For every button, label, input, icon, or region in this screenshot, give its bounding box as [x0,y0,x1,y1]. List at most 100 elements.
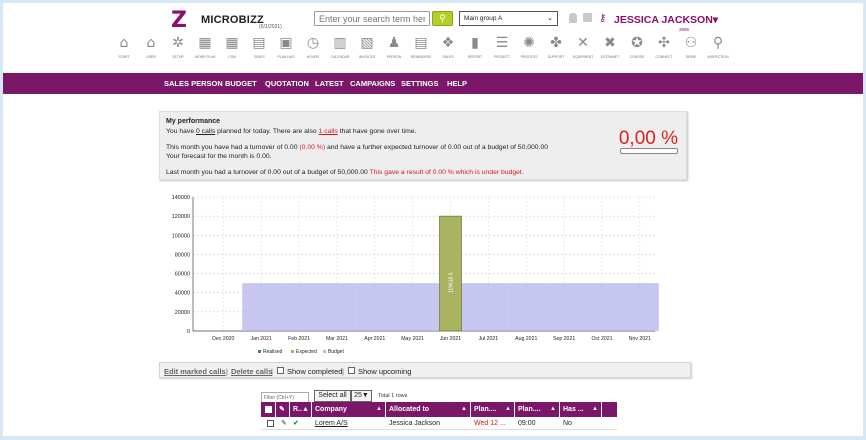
turnover-chart: 0 20000 40000 60000 80000 100000 120000 140000 1… [172,195,659,355]
grid-icon: ▦ [225,35,239,51]
header-plan-date[interactable]: Plan.... ▲ [471,402,515,417]
x-tick-label: Oct 2021 [591,336,612,342]
budget-bar [393,283,432,331]
toolbar-label: DRIVE [685,55,697,59]
toolbar-invoices-button[interactable]: ▧ INVOICES [355,35,379,65]
x-tick-label: Jul 2021 [479,336,499,342]
toolbar-start-button[interactable]: ⌂ START [112,35,136,65]
award-icon: ✪ [631,35,643,51]
header-allocated[interactable]: Allocated to ▲ [386,402,471,417]
performance-progress-bar [620,148,678,154]
toolbar-label: SUPPORT [547,55,565,59]
company-link[interactable]: Lorem A/S [312,417,386,430]
toolbar-label: SETUP [172,55,184,59]
header-company[interactable]: Company ▲ [312,402,386,417]
clock-icon: ◷ [306,35,320,51]
y-tick-label: 60000 [175,272,190,278]
header-label: Plan.... [518,406,541,413]
toolbar-equipment-button[interactable]: ✕ EQUIPMENT [571,35,595,65]
overdue-calls-link[interactable]: 1 calls [319,128,338,135]
header-label: Company [315,406,347,413]
table-header: ✎ R..▲ Company ▲ Allocated to ▲ Plan.... ▲ … [261,402,617,417]
toolbar-label: WORK PLAN [194,55,216,59]
search-input[interactable] [314,11,430,26]
toolbar-course-button[interactable]: ✪ COURSE [625,35,649,65]
header-has[interactable]: Has ... ▲ [560,402,602,417]
header-plan-time[interactable]: Plan.... ▲ [515,402,560,417]
menu-campaigns[interactable]: CAMPAIGNS [350,79,395,88]
checkbox[interactable] [265,405,272,413]
toolbar-sales-button[interactable]: ❖ SALES [436,35,460,65]
toolbar-plan-hud-button[interactable]: ▣ PLAN HUD [274,35,298,65]
menu-quotation[interactable]: QUOTATION [265,79,309,88]
date-tag: (0/1/2021) [259,24,282,30]
header-r[interactable]: R..▲ [290,402,312,417]
group-select[interactable]: Main group A ⌄ [459,11,558,26]
bell-icon[interactable] [569,13,577,23]
delete-calls-link[interactable]: Delete calls [231,367,272,376]
menu-sales-person[interactable]: SALES PERSON [164,79,223,88]
user-menu[interactable]: JESSICA JACKSON▾ [614,14,718,26]
toolbar-report-button[interactable]: ▮ REPORT [463,35,487,65]
last-month-result: Last month you had a turnover of 0.00 ou… [166,169,524,176]
app-window: Z MICROBIZZ (0/1/2021) ⚲ Main group A ⌄ … [3,3,863,436]
menu-help[interactable]: HELP [447,79,467,88]
flag-icon[interactable] [583,13,592,22]
performance-panel: My performance You have 0 calls planned … [159,111,687,180]
menu-budget[interactable]: BUDGET [225,79,257,88]
show-upcoming-label: Show upcoming [358,367,412,376]
edit-icon[interactable]: ✎ [278,417,290,430]
y-tick-label: 120000 [172,214,190,220]
toolbar-support-button[interactable]: ✤ SUPPORT [544,35,568,65]
sort-up-icon: ▲ [505,406,511,412]
x-tick-label: Mar 2021 [326,336,348,342]
toolbar-process-button[interactable]: ✺ PROCESS [517,35,541,65]
table-row[interactable]: ✎ ✔ Lorem A/S Jessica Jackson Wed 12 ...… [261,417,617,430]
search-button[interactable]: ⚲ [432,11,453,26]
show-upcoming-checkbox[interactable] [348,367,355,374]
building-icon: ⌂ [146,35,156,51]
header-extra [602,402,617,417]
document-icon: ▤ [414,35,428,51]
toolbar-connect-button[interactable]: ✣ CONNECT [652,35,676,65]
calendar-icon: ▦ [198,35,212,51]
toolbar-tasks-button[interactable]: ▤ TASKS [247,35,271,65]
show-completed-checkbox[interactable] [277,367,284,374]
toolbar-hours-button[interactable]: ◷ HOURS [301,35,325,65]
toolbar-work-plan-button[interactable]: ▦ WORK PLAN [193,35,217,65]
row-checkbox-cell[interactable] [264,417,276,430]
bar-value-label: 119618.5 [449,272,455,293]
page-size-select[interactable]: 25▼ [351,390,372,402]
x-tick-label: Apr 2021 [364,336,385,342]
toolbar-project-button[interactable]: ☰ PROJECT [490,35,514,65]
tools-icon: ✤ [550,35,562,51]
performance-heading: My performance [166,118,221,125]
budget-bar [280,283,318,331]
key-icon[interactable]: ⚷ [599,13,607,24]
text: You have [166,128,196,135]
legend-label: Expected [296,349,317,355]
toolbar-extranet-button[interactable]: ✖ EXTRANET [598,35,622,65]
menu-latest[interactable]: LATEST [315,79,344,88]
calls-table: ✎ R..▲ Company ▲ Allocated to ▲ Plan.... ▲ … [261,402,617,430]
edit-marked-calls-link[interactable]: Edit marked calls [164,367,226,376]
calls-action-bar: Edit marked calls | Delete calls | Show … [159,362,691,378]
toolbar-reminders-button[interactable]: ▤ REMINDERS [409,35,433,65]
toolbar-label: INSPECTION [707,55,729,59]
menu-settings[interactable]: SETTINGS [401,79,439,88]
calls-today-link[interactable]: 0 calls [196,128,215,135]
y-tick-label: 20000 [175,310,190,316]
toolbar-csm-button[interactable]: ▦ CSM [220,35,244,65]
header-select-all[interactable] [261,402,276,417]
toolbar-label: START [118,55,130,59]
logo-mark: Z [171,8,187,33]
toolbar-person-button[interactable]: ♟ PERSON [382,35,406,65]
toolbar-inspection-button[interactable]: ⚲ INSPECTION [706,35,730,65]
select-all-button[interactable]: Select all [314,390,351,402]
toolbar-drive-button[interactable]: ⚇ DRIVE [679,35,703,65]
toolbar-setup-button[interactable]: ✲ SETUP [166,35,190,65]
toolbar-user-button[interactable]: ⌂ USER [139,35,163,65]
toolbar-calendar-button[interactable]: ▥ CALENDAR [328,35,352,65]
toolbar-label: REMINDERS [410,55,432,59]
row-checkbox[interactable] [267,419,274,427]
